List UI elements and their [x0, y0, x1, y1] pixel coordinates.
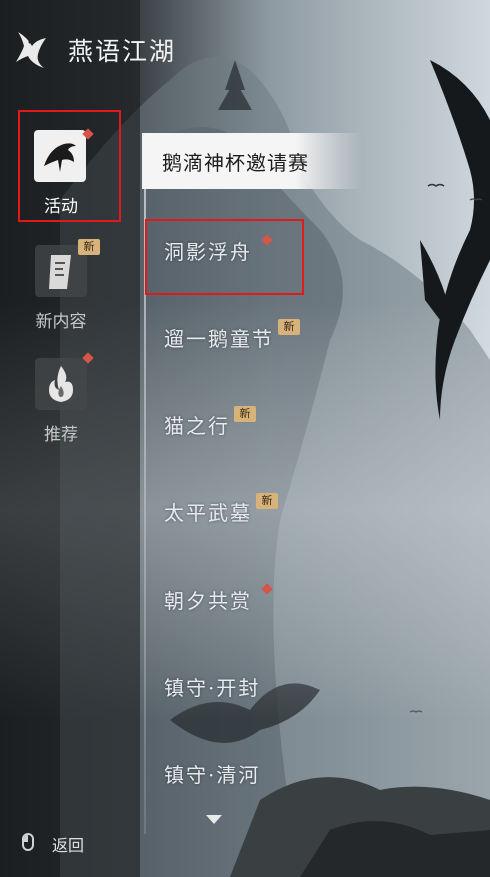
event-item-label: 太平武墓 [164, 501, 252, 525]
sidebar-item-label: 新内容 [35, 312, 87, 332]
selection-highlight-sidebar [18, 110, 121, 222]
event-item-label: 猫之行 [164, 414, 230, 438]
event-item-label: 镇守·开封 [164, 676, 261, 700]
sidebar-item-new-content[interactable]: 新 新内容 [20, 239, 110, 335]
event-item-label: 遛一鹅童节 [164, 327, 274, 351]
recommended-icon-box [35, 358, 87, 410]
event-item-6[interactable]: 镇守·开封 [164, 672, 260, 701]
event-item-label: 朝夕共赏 [164, 589, 252, 613]
new-badge: 新 [78, 239, 100, 255]
scroll-down-arrow-icon[interactable] [206, 815, 222, 824]
event-item-7[interactable]: 镇守·清河 [164, 759, 260, 788]
back-label: 返回 [52, 836, 85, 855]
event-item-label: 镇守·清河 [164, 763, 261, 787]
event-item-4[interactable]: 太平武墓 [164, 497, 252, 526]
event-item-4-new-badge: 新 [256, 493, 278, 509]
event-list-header[interactable]: 鹅滴神杯邀请赛 [142, 133, 362, 189]
event-item-3-new-badge: 新 [234, 406, 256, 422]
event-item-5[interactable]: 朝夕共赏 [164, 585, 252, 614]
sidebar-item-label: 推荐 [44, 425, 78, 445]
event-item-2-new-badge: 新 [278, 319, 300, 335]
flame-icon [49, 366, 73, 402]
event-header-label: 鹅滴神杯邀请赛 [162, 151, 309, 175]
event-item-2[interactable]: 遛一鹅童节 [164, 323, 274, 352]
sidebar-item-recommended[interactable]: 推荐 [20, 352, 110, 448]
app-header: 燕语江湖 [0, 0, 490, 90]
swallow-logo-icon [16, 32, 46, 68]
selection-highlight-event [145, 219, 304, 295]
event-item-3[interactable]: 猫之行 [164, 410, 230, 439]
mouse-icon [22, 833, 34, 851]
app-title: 燕语江湖 [68, 37, 177, 66]
